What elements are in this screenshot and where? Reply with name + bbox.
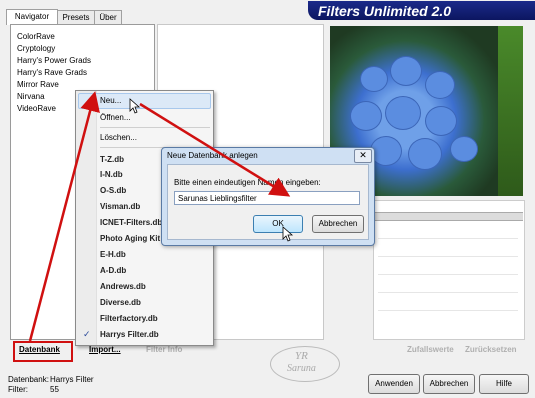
arrow-to-neu: [28, 91, 100, 342]
arrow-to-input: [139, 102, 291, 197]
cursor-icon: [282, 226, 294, 242]
cursor-icon: [129, 98, 141, 114]
annotation-arrows: [28, 91, 294, 342]
